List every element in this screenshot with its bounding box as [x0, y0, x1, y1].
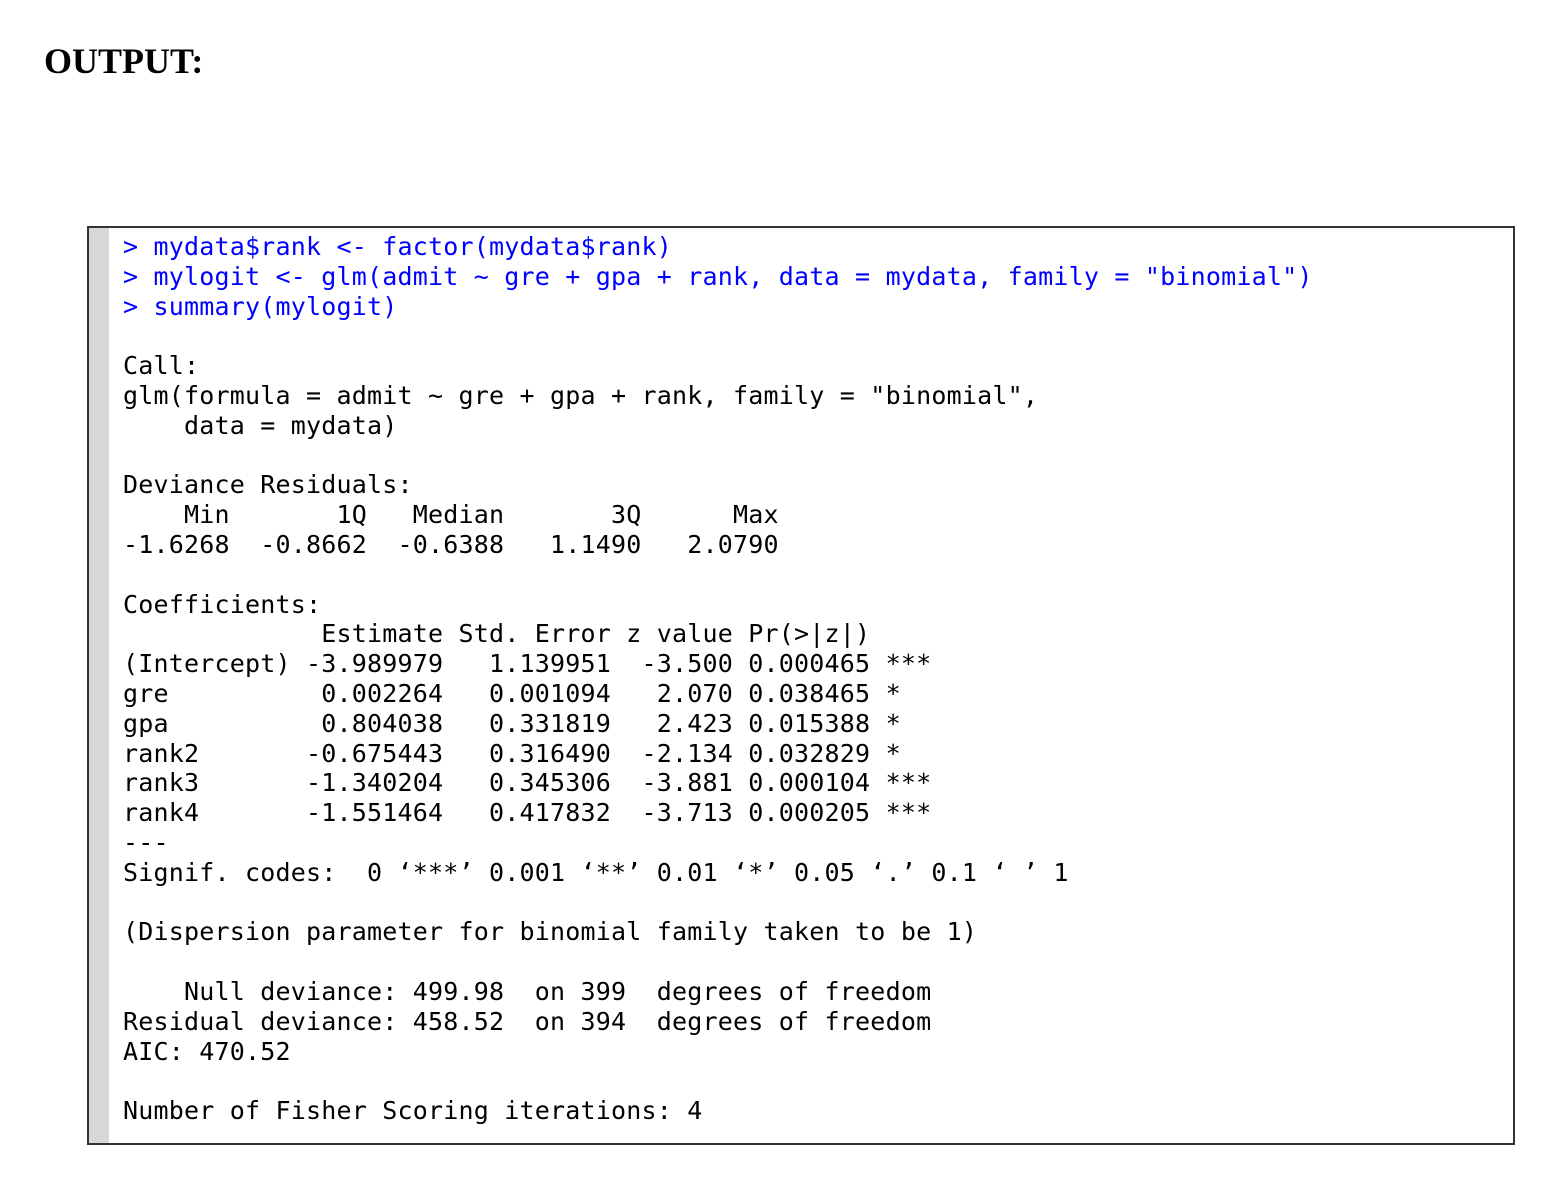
console-output-line — [123, 441, 1503, 471]
console-output-line — [123, 560, 1503, 590]
console-output-line — [123, 321, 1503, 351]
r-console-window[interactable]: > mydata$rank <- factor(mydata$rank) > m… — [87, 226, 1515, 1145]
coefficient-row: rank3 -1.340204 0.345306 -3.881 0.000104… — [123, 768, 932, 798]
residual-deviance-line: Residual deviance: 458.52 on 394 degrees… — [123, 1006, 932, 1036]
residuals-header-row: Min 1Q Median 3Q Max — [123, 500, 779, 530]
coefficient-row: rank2 -0.675443 0.316490 -2.134 0.032829… — [123, 738, 901, 768]
output-heading: OUTPUT: — [44, 41, 204, 81]
console-output: > mydata$rank <- factor(mydata$rank) > m… — [123, 232, 1503, 1126]
coefficient-row: gre 0.002264 0.001094 2.070 0.038465 * — [123, 678, 901, 708]
console-gutter — [89, 228, 109, 1143]
coefficients-header-row: Estimate Std. Error z value Pr(>|z|) — [123, 619, 871, 649]
coefficient-row: (Intercept) -3.989979 1.139951 -3.500 0.… — [123, 649, 932, 679]
aic-line: AIC: 470.52 — [123, 1036, 291, 1066]
coefficient-row: gpa 0.804038 0.331819 2.423 0.015388 * — [123, 708, 901, 738]
fisher-iterations-line: Number of Fisher Scoring iterations: 4 — [123, 1096, 703, 1126]
dispersion-line: (Dispersion parameter for binomial famil… — [123, 917, 978, 947]
signif-codes-line: Signif. codes: 0 ‘***’ 0.001 ‘**’ 0.01 ‘… — [123, 857, 1069, 887]
deviance-residuals-label: Deviance Residuals: — [123, 470, 413, 500]
console-output-line — [123, 947, 1503, 977]
coefficient-row: rank4 -1.551464 0.417832 -3.713 0.000205… — [123, 798, 932, 828]
separator-line: --- — [123, 827, 169, 857]
console-output-line — [123, 888, 1503, 918]
call-label: Call: — [123, 351, 200, 381]
call-formula-line: data = mydata) — [123, 410, 398, 440]
console-output-line — [123, 1066, 1503, 1096]
null-deviance-line: Null deviance: 499.98 on 399 degrees of … — [123, 976, 932, 1006]
coefficients-label: Coefficients: — [123, 589, 322, 619]
residuals-values-row: -1.6268 -0.8662 -0.6388 1.1490 2.0790 — [123, 529, 779, 559]
call-formula-line: glm(formula = admit ~ gre + gpa + rank, … — [123, 380, 1039, 410]
console-command-line: > mylogit <- glm(admit ~ gre + gpa + ran… — [123, 261, 1313, 291]
console-command-line: > summary(mylogit) — [123, 291, 398, 321]
console-command-line: > mydata$rank <- factor(mydata$rank) — [123, 232, 673, 261]
